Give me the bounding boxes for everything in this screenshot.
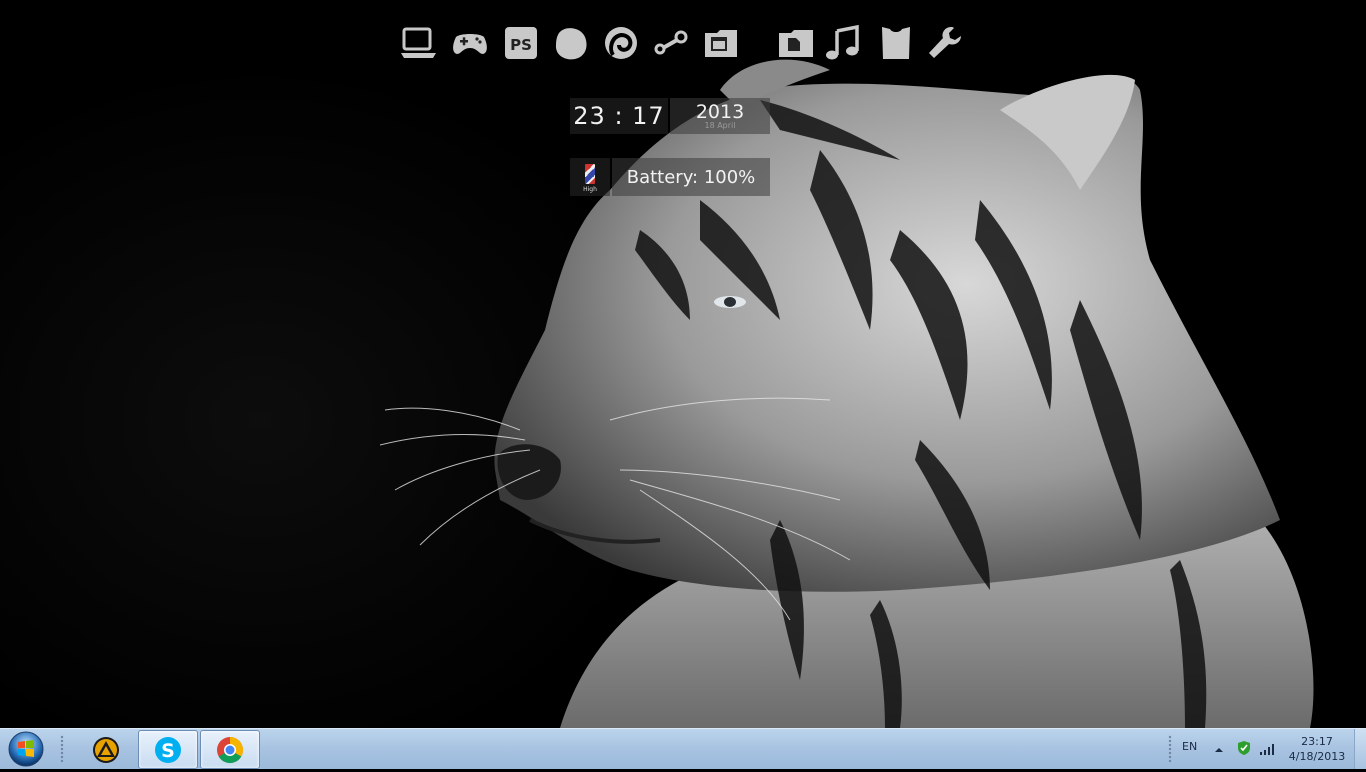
music-note-icon[interactable] <box>821 22 865 64</box>
tray-date: 4/18/2013 <box>1288 750 1346 763</box>
chrome-icon <box>217 736 244 763</box>
chat-bubble-icon[interactable] <box>549 22 593 64</box>
battery-status: Battery: 100% <box>612 158 770 196</box>
show-desktop-button[interactable] <box>1354 729 1366 769</box>
laptop-icon[interactable] <box>396 22 440 64</box>
taskbar-app-skype[interactable]: S <box>138 730 198 769</box>
wrench-icon[interactable] <box>923 22 967 64</box>
language-indicator[interactable]: EN <box>1182 740 1197 753</box>
taskbar-app-triangle[interactable] <box>76 730 136 769</box>
tray-time: 23:17 <box>1301 735 1333 748</box>
taskbar-grip[interactable] <box>60 735 64 763</box>
date-year: 2013 <box>695 101 745 123</box>
start-button[interactable] <box>4 730 48 768</box>
taskbar: S EN 23:17 4/18/2013 <box>0 728 1366 769</box>
svg-text:PS: PS <box>510 36 532 54</box>
battery-level-label: High <box>583 186 597 193</box>
window-icon[interactable] <box>699 22 743 64</box>
show-hidden-icons-icon[interactable] <box>1213 741 1225 753</box>
tray-clock[interactable]: 23:17 4/18/2013 <box>1284 734 1350 764</box>
steam-like-icon[interactable] <box>599 22 643 64</box>
clock-widget: 23 : 17 <box>570 98 668 134</box>
photoshop-icon[interactable]: PS <box>499 22 543 64</box>
gamepad-icon[interactable] <box>448 22 492 64</box>
date-widget: 2013 18 April <box>670 98 770 134</box>
shirt-icon[interactable] <box>874 22 918 64</box>
network-signal-icon[interactable] <box>1258 741 1278 755</box>
folder-icon[interactable] <box>774 22 818 64</box>
tray-grip[interactable] <box>1168 735 1172 763</box>
svg-text:S: S <box>161 740 175 762</box>
date-day: 18 April <box>704 121 736 130</box>
clock-time: 23 : 17 <box>573 102 665 130</box>
steam-icon[interactable] <box>649 22 693 64</box>
taskbar-app-chrome[interactable] <box>200 730 260 769</box>
battery-icon: High <box>570 158 610 196</box>
security-shield-icon[interactable] <box>1236 740 1252 756</box>
battery-cell-graphic <box>585 164 595 184</box>
skype-icon: S <box>155 736 181 763</box>
app-triangle-icon <box>93 736 119 763</box>
launcher-dock: PS <box>396 22 976 64</box>
battery-status-text: Battery: 100% <box>626 166 756 188</box>
